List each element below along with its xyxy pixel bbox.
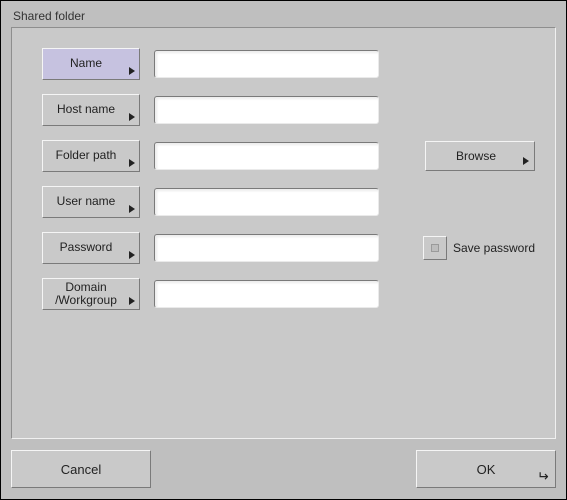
user-name-label-button[interactable]: User name — [42, 186, 140, 218]
row-password: Password Save password — [42, 232, 535, 264]
triangle-right-icon — [129, 205, 135, 213]
row-host-name: Host name — [42, 94, 535, 126]
password-label: Password — [60, 241, 113, 254]
row-domain: Domain /Workgroup — [42, 278, 535, 310]
triangle-right-icon — [129, 297, 135, 305]
triangle-right-icon — [129, 159, 135, 167]
domain-input[interactable] — [154, 280, 379, 308]
window-title: Shared folder — [13, 9, 85, 23]
row-user-name: User name — [42, 186, 535, 218]
ok-label: OK — [477, 462, 496, 477]
checkbox-box-icon — [431, 244, 439, 252]
name-label-button[interactable]: Name — [42, 48, 140, 80]
host-name-input[interactable] — [154, 96, 379, 124]
save-password-label: Save password — [453, 241, 535, 255]
form-panel: Name Host name Folder path Browse — [11, 27, 556, 439]
triangle-right-icon — [129, 113, 135, 121]
name-label: Name — [70, 57, 102, 70]
footer: Cancel OK ↵ — [11, 449, 556, 489]
domain-label-button[interactable]: Domain /Workgroup — [42, 278, 140, 310]
ok-button[interactable]: OK ↵ — [416, 450, 556, 488]
host-name-label: Host name — [57, 103, 115, 116]
enter-key-icon: ↵ — [537, 469, 549, 483]
browse-button[interactable]: Browse — [425, 141, 535, 171]
password-input[interactable] — [154, 234, 379, 262]
save-password-wrap: Save password — [423, 236, 535, 260]
triangle-right-icon — [523, 157, 529, 165]
host-name-label-button[interactable]: Host name — [42, 94, 140, 126]
domain-label: Domain /Workgroup — [55, 281, 117, 307]
password-label-button[interactable]: Password — [42, 232, 140, 264]
folder-path-input[interactable] — [154, 142, 379, 170]
name-input[interactable] — [154, 50, 379, 78]
triangle-right-icon — [129, 251, 135, 259]
user-name-input[interactable] — [154, 188, 379, 216]
row-name: Name — [42, 48, 535, 80]
user-name-label: User name — [57, 195, 116, 208]
cancel-label: Cancel — [61, 462, 101, 477]
save-password-checkbox[interactable] — [423, 236, 447, 260]
cancel-button[interactable]: Cancel — [11, 450, 151, 488]
triangle-right-icon — [129, 67, 135, 75]
shared-folder-window: Shared folder Name Host name Folder path — [0, 0, 567, 500]
folder-path-label-button[interactable]: Folder path — [42, 140, 140, 172]
row-folder-path: Folder path Browse — [42, 140, 535, 172]
browse-label: Browse — [456, 149, 496, 163]
folder-path-label: Folder path — [56, 149, 117, 162]
